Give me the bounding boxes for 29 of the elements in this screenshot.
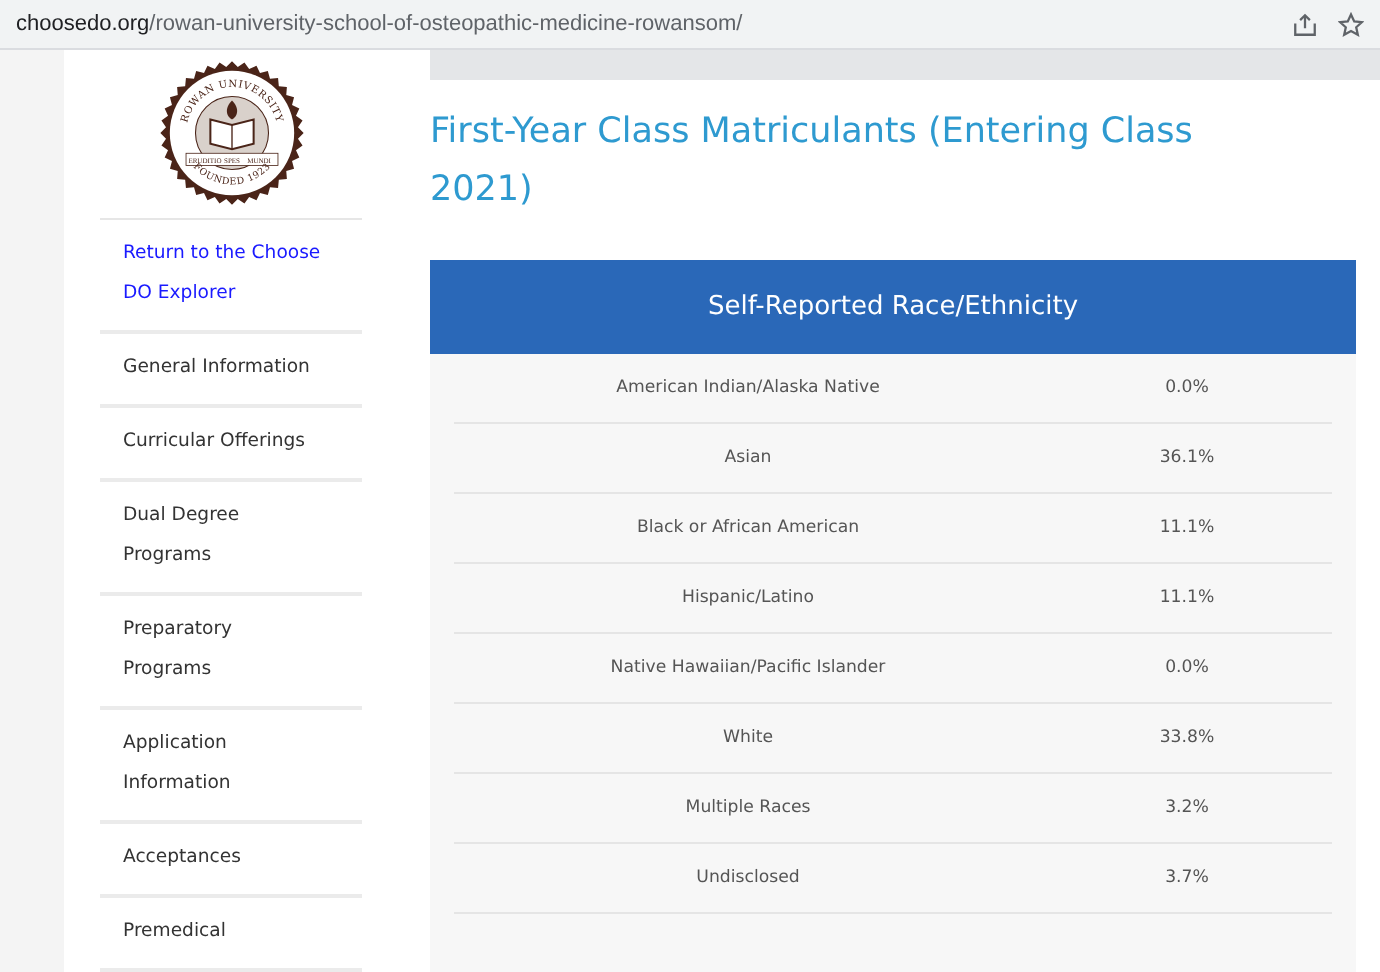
percentage-value: 0.0% (1163, 658, 1211, 678)
sidebar-item[interactable]: Dual Degree Programs (99, 482, 361, 596)
race-label: Black or African American (634, 518, 862, 538)
sidebar-item[interactable]: Acceptances (99, 824, 361, 898)
url-text[interactable]: choosedo.org/rowan-university-school-of-osteopathic-medicine-rowansom/ (16, 12, 1292, 36)
sidebar-item[interactable]: Curricular Offerings (99, 408, 361, 482)
percentage-value: 36.1% (1157, 448, 1217, 468)
race-label: Undisclosed (694, 868, 802, 888)
percentage-value: 0.0% (1163, 378, 1211, 398)
race-label: Native Hawaiian/Pacific Islander (608, 658, 888, 678)
sidebar-item[interactable]: Preparatory Programs (99, 596, 361, 710)
return-link[interactable]: Return to the Choose DO Explorer (99, 220, 361, 334)
share-icon[interactable] (1292, 11, 1318, 37)
page-title: First-Year Class Matriculants (Entering Class 2021) (430, 110, 1195, 214)
race-label: Multiple Races (683, 798, 813, 818)
percentage-value: 33.8% (1157, 728, 1217, 748)
star-icon[interactable] (1338, 11, 1364, 37)
sidebar-item[interactable]: General Information (99, 334, 361, 408)
race-label: White (721, 728, 775, 748)
table-title: Self-Reported Race/Ethnicity (430, 260, 1356, 354)
percentage-value: 11.1% (1157, 518, 1217, 538)
race-label: Asian (722, 448, 774, 468)
percentage-value: 11.1% (1157, 588, 1217, 608)
sidebar-item[interactable]: Application Information (99, 710, 361, 824)
sidebar-item[interactable]: Premedical (99, 898, 361, 972)
percentage-value: 3.2% (1163, 798, 1211, 818)
race-label: American Indian/Alaska Native (614, 378, 882, 398)
percentage-value: 3.7% (1163, 868, 1211, 888)
race-label: Hispanic/Latino (679, 588, 817, 608)
